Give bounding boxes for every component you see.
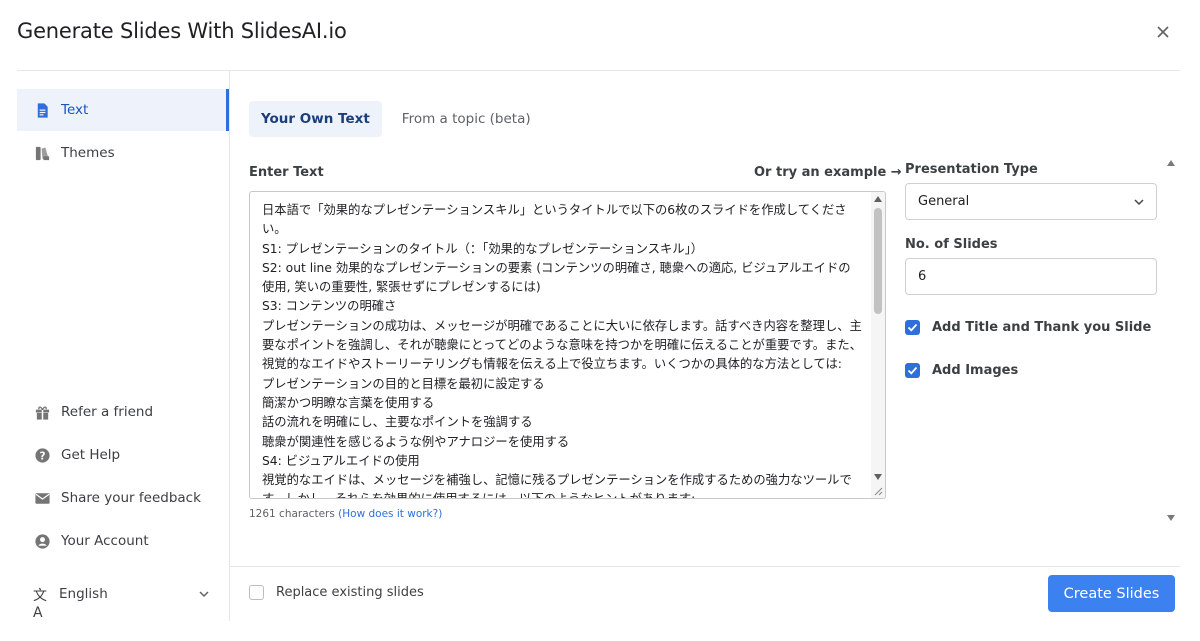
sidebar: Text Themes Refer a friend ? Get Help Sh… (17, 71, 229, 621)
tab-from-topic[interactable]: From a topic (beta) (390, 101, 543, 137)
sidebar-divider (229, 71, 230, 621)
gift-icon (33, 403, 51, 421)
resize-handle-icon[interactable] (873, 486, 883, 496)
text-line: S3: コンテンツの明確さ (262, 299, 397, 314)
sidebar-item-help[interactable]: ? Get Help (17, 434, 229, 476)
chevron-down-icon (1132, 195, 1146, 209)
textarea-scrollbar[interactable] (871, 192, 885, 498)
sidebar-item-label: Refer a friend (61, 404, 154, 420)
slides-count-label: No. of Slides (905, 237, 998, 252)
sidebar-item-label: Get Help (61, 447, 121, 463)
dialog-header: Generate Slides With SlidesAI.io (0, 0, 1200, 70)
text-line: S4: ビジュアルエイドの使用 (262, 453, 420, 468)
add-title-checkbox[interactable] (905, 320, 920, 335)
replace-slides-label: Replace existing slides (276, 585, 424, 600)
check-icon (907, 323, 918, 332)
add-images-checkbox[interactable] (905, 363, 920, 378)
text-line: プレゼンテーションの目的と目標を最初に設定する (262, 376, 545, 391)
dialog-title: Generate Slides With SlidesAI.io (17, 19, 347, 43)
text-input-content: 日本語で「効果的なプレゼンテーションスキル」というタイトルで以下の6枚のスライド… (262, 201, 862, 498)
presentation-type-value: General (918, 194, 970, 209)
replace-slides-row[interactable]: Replace existing slides (249, 585, 424, 600)
sidebar-item-account[interactable]: Your Account (17, 520, 229, 562)
sidebar-item-themes[interactable]: Themes (17, 132, 229, 174)
how-does-it-work-link[interactable]: (How does it work?) (338, 508, 442, 520)
sidebar-item-label: Text (61, 102, 89, 118)
sidebar-item-feedback[interactable]: Share your feedback (17, 477, 229, 519)
help-icon: ? (33, 446, 51, 464)
translate-icon: 文A (33, 588, 47, 621)
create-slides-button[interactable]: Create Slides (1048, 575, 1175, 612)
add-images-label: Add Images (932, 363, 1019, 378)
close-icon[interactable] (1153, 22, 1173, 42)
sidebar-item-label: Share your feedback (61, 490, 201, 506)
panel-scroll-down-icon[interactable] (1167, 515, 1175, 521)
scroll-down-icon[interactable] (874, 474, 882, 480)
replace-slides-checkbox[interactable] (249, 585, 264, 600)
chevron-down-icon (197, 587, 211, 601)
palette-icon (33, 144, 51, 162)
add-images-checkbox-row[interactable]: Add Images (905, 363, 1018, 378)
add-title-label: Add Title and Thank you Slide (932, 320, 1152, 335)
presentation-type-select[interactable]: General (905, 183, 1157, 220)
try-example-link[interactable]: Or try an example → (754, 165, 902, 180)
account-icon (33, 532, 51, 550)
check-icon (907, 366, 918, 375)
sidebar-item-text[interactable]: Text (17, 89, 229, 131)
mail-icon (33, 489, 51, 507)
slides-count-input[interactable] (905, 258, 1157, 295)
text-line: 簡潔かつ明瞭な言葉を使用する (262, 395, 435, 410)
sidebar-item-label: Themes (61, 145, 115, 161)
panel-scroll-up-icon[interactable] (1167, 160, 1175, 166)
svg-text:?: ? (39, 450, 45, 462)
text-line: プレゼンテーションの成功は、メッセージが明確であることに大いに依存します。話すべ… (262, 318, 862, 372)
enter-text-label: Enter Text (249, 165, 324, 180)
text-line: 日本語で「効果的なプレゼンテーションスキル」というタイトルで以下の6枚のスライド… (262, 203, 847, 237)
character-count-text: 1261 characters (249, 508, 335, 520)
text-line: S2: out line 効果的なプレゼンテーションの要素 (コンテンツの明確さ… (262, 260, 851, 295)
text-line: S1: プレゼンテーションのタイトル（：「効果的なプレゼンテーションスキル」） (262, 241, 704, 256)
text-line: 話の流れを明確にし、主要なポイントを強調する (262, 415, 533, 430)
text-line: 視覚的なエイドは、メッセージを補強し、記憶に残るプレゼンテーションを作成するため… (262, 473, 852, 498)
language-label: English (59, 586, 108, 602)
document-icon (33, 101, 51, 119)
source-tabs: Your Own Text From a topic (beta) (249, 101, 551, 137)
presentation-type-label: Presentation Type (905, 162, 1038, 177)
language-select[interactable]: 文A English (17, 575, 217, 621)
text-line: 聴衆が関連性を感じるような例やアナロジーを使用する (262, 434, 570, 449)
add-title-checkbox-row[interactable]: Add Title and Thank you Slide (905, 320, 1151, 335)
scroll-up-icon[interactable] (874, 196, 882, 202)
sidebar-item-label: Your Account (61, 533, 149, 549)
scrollbar-thumb[interactable] (874, 208, 882, 314)
character-count: 1261 characters (How does it work?) (249, 508, 442, 520)
footer-divider (230, 566, 1180, 567)
tab-your-own-text[interactable]: Your Own Text (249, 101, 382, 137)
sidebar-item-refer[interactable]: Refer a friend (17, 391, 229, 433)
text-input[interactable]: 日本語で「効果的なプレゼンテーションスキル」というタイトルで以下の6枚のスライド… (249, 191, 886, 499)
